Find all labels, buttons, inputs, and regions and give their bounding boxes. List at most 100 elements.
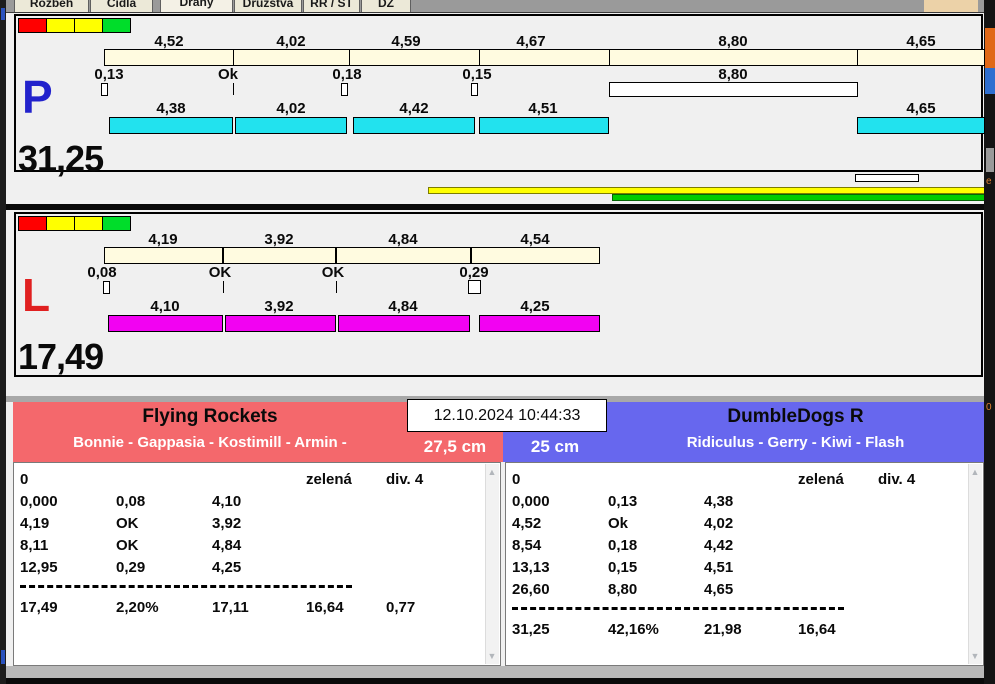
background-icon-fragment — [986, 148, 994, 172]
traffic-light-cell — [46, 18, 75, 33]
run-time-label: 4,02 — [276, 100, 306, 117]
tab-cidla[interactable]: Cidla — [90, 0, 153, 12]
change-tick — [336, 281, 337, 293]
app-window: Rozběh Cidla Dráhy Družstva RR / ST DZ Flying… — [0, 0, 995, 684]
table-cell: 4,65 — [704, 581, 734, 598]
table-row: 0,000 0,13 4,38 — [506, 493, 983, 515]
change-tick — [233, 83, 234, 95]
change-tick — [223, 281, 224, 293]
tab-bar: Rozběh Cidla Dráhy Družstva RR / ST DZ — [6, 0, 984, 12]
run-time-label: 4,25 — [520, 298, 550, 315]
table-cell: 31,25 — [512, 621, 550, 638]
fault-time-label: 8,80 — [718, 66, 748, 83]
table-cell: 4,38 — [704, 493, 734, 510]
lane-panel-l: L 4,19 3,92 4,84 4,54 0,08 OK OK 0,29 4,10 3,92 4,8… — [14, 212, 983, 377]
scroll-down-icon[interactable]: ▼ — [486, 649, 498, 663]
run-bar-segment — [353, 117, 475, 134]
window-left-edge — [0, 0, 6, 684]
background-icon-fragment — [985, 68, 995, 94]
split-time-label: 4,52 — [154, 33, 184, 50]
team-right-name: DumbleDogs R — [727, 406, 864, 427]
run-bar-segment — [235, 117, 347, 134]
lane-letter-l: L — [22, 269, 51, 321]
run-bar-segment — [109, 117, 233, 134]
table-cell: 2,20% — [116, 599, 159, 616]
team-right-dogs: Ridiculus - Gerry - Kiwi - Flash — [686, 434, 905, 451]
background-window-titlebar — [924, 0, 978, 12]
background-window-fragment — [1, 650, 5, 664]
mini-progress-bar — [855, 174, 919, 182]
lane-total-p: 31,25 — [18, 138, 104, 179]
traffic-light-cell — [74, 18, 103, 33]
table-row: 4,19 OK 3,92 — [14, 515, 500, 537]
table-cell: 13,13 — [512, 559, 550, 576]
split-bar-segment — [471, 247, 600, 264]
table-cell: 0 — [20, 471, 29, 488]
table-totals-row: 31,25 42,16% 21,98 16,64 — [506, 621, 983, 643]
table-cell: 0,77 — [386, 599, 416, 616]
table-cell: 12,95 — [20, 559, 58, 576]
change-tick — [468, 280, 481, 294]
split-bar-segment — [857, 49, 985, 66]
scroll-down-icon[interactable]: ▼ — [969, 649, 981, 663]
background-text-fragment: e — [986, 176, 992, 187]
change-tick — [103, 281, 110, 294]
table-cell: 16,64 — [306, 599, 344, 616]
lane-separator — [6, 204, 984, 210]
yellow-progress-bar — [428, 187, 993, 194]
split-time-label: 4,65 — [906, 33, 936, 50]
table-cell: 0,000 — [20, 493, 58, 510]
divider — [6, 12, 984, 13]
table-cell: 4,84 — [212, 537, 242, 554]
scrollbar[interactable]: ▲ ▼ — [485, 464, 499, 664]
split-time-label: 4,84 — [388, 231, 418, 248]
fault-time-label: 0,29 — [459, 264, 489, 281]
traffic-light-cell — [18, 18, 47, 33]
scroll-up-icon[interactable]: ▲ — [969, 465, 981, 479]
split-bar-segment — [223, 247, 336, 264]
table-cell: 17,49 — [20, 599, 58, 616]
table-cell: 0,08 — [116, 493, 146, 510]
run-time-label: 3,92 — [264, 298, 294, 315]
table-cell: 4,25 — [212, 559, 242, 576]
tab-dr-hy[interactable]: Dráhy — [160, 0, 233, 12]
background-window-fragment — [1, 8, 5, 20]
table-cell: 21,98 — [704, 621, 742, 638]
fault-time-label: Ok — [217, 66, 239, 83]
traffic-light-cell — [18, 216, 47, 231]
run-time-label: 4,51 — [528, 100, 558, 117]
table-cell: Ok — [608, 515, 629, 532]
green-progress-bar — [612, 194, 993, 201]
split-time-label: 4,19 — [148, 231, 178, 248]
table-cell: 0,29 — [116, 559, 146, 576]
window-bottom-edge — [0, 678, 995, 684]
split-bar-segment — [233, 49, 350, 66]
fault-time-label: 0,13 — [94, 66, 124, 83]
split-time-label: 4,67 — [516, 33, 546, 50]
tab-rr-st[interactable]: RR / ST — [303, 0, 360, 12]
scrollbar[interactable]: ▲ ▼ — [968, 464, 982, 664]
change-tick — [341, 83, 348, 96]
table-row: 4,52 Ok 4,02 — [506, 515, 983, 537]
lane-panel-p: P 4,52 4,02 4,59 4,67 8,80 4,65 0,13 Ok 0,18 0,15 8… — [14, 14, 985, 179]
rerun-bar — [609, 82, 858, 97]
table-cell: 8,80 — [608, 581, 638, 598]
split-bar-segment — [479, 49, 610, 66]
run-time-label: 4,65 — [906, 100, 936, 117]
table-cell: 3,92 — [212, 515, 242, 532]
table-row: 8,11 OK 4,84 — [14, 537, 500, 559]
scroll-up-icon[interactable]: ▲ — [486, 465, 498, 479]
totals-separator — [512, 607, 844, 610]
table-row: 12,95 0,29 4,25 — [14, 559, 500, 581]
traffic-light-cell — [102, 18, 131, 33]
background-icon-fragment — [985, 28, 995, 68]
tab-rozb-h[interactable]: Rozběh — [14, 0, 89, 12]
tab-dz[interactable]: DZ — [361, 0, 411, 12]
fault-time-label: 0,08 — [87, 264, 117, 281]
table-cell: zelená — [306, 471, 352, 488]
table-cell: 0 — [512, 471, 521, 488]
tab-dru-stva[interactable]: Družstva — [234, 0, 302, 12]
table-cell: div. 4 — [386, 471, 424, 488]
lane-letter-p: P — [22, 71, 53, 123]
table-row: 26,60 8,80 4,65 — [506, 581, 983, 603]
